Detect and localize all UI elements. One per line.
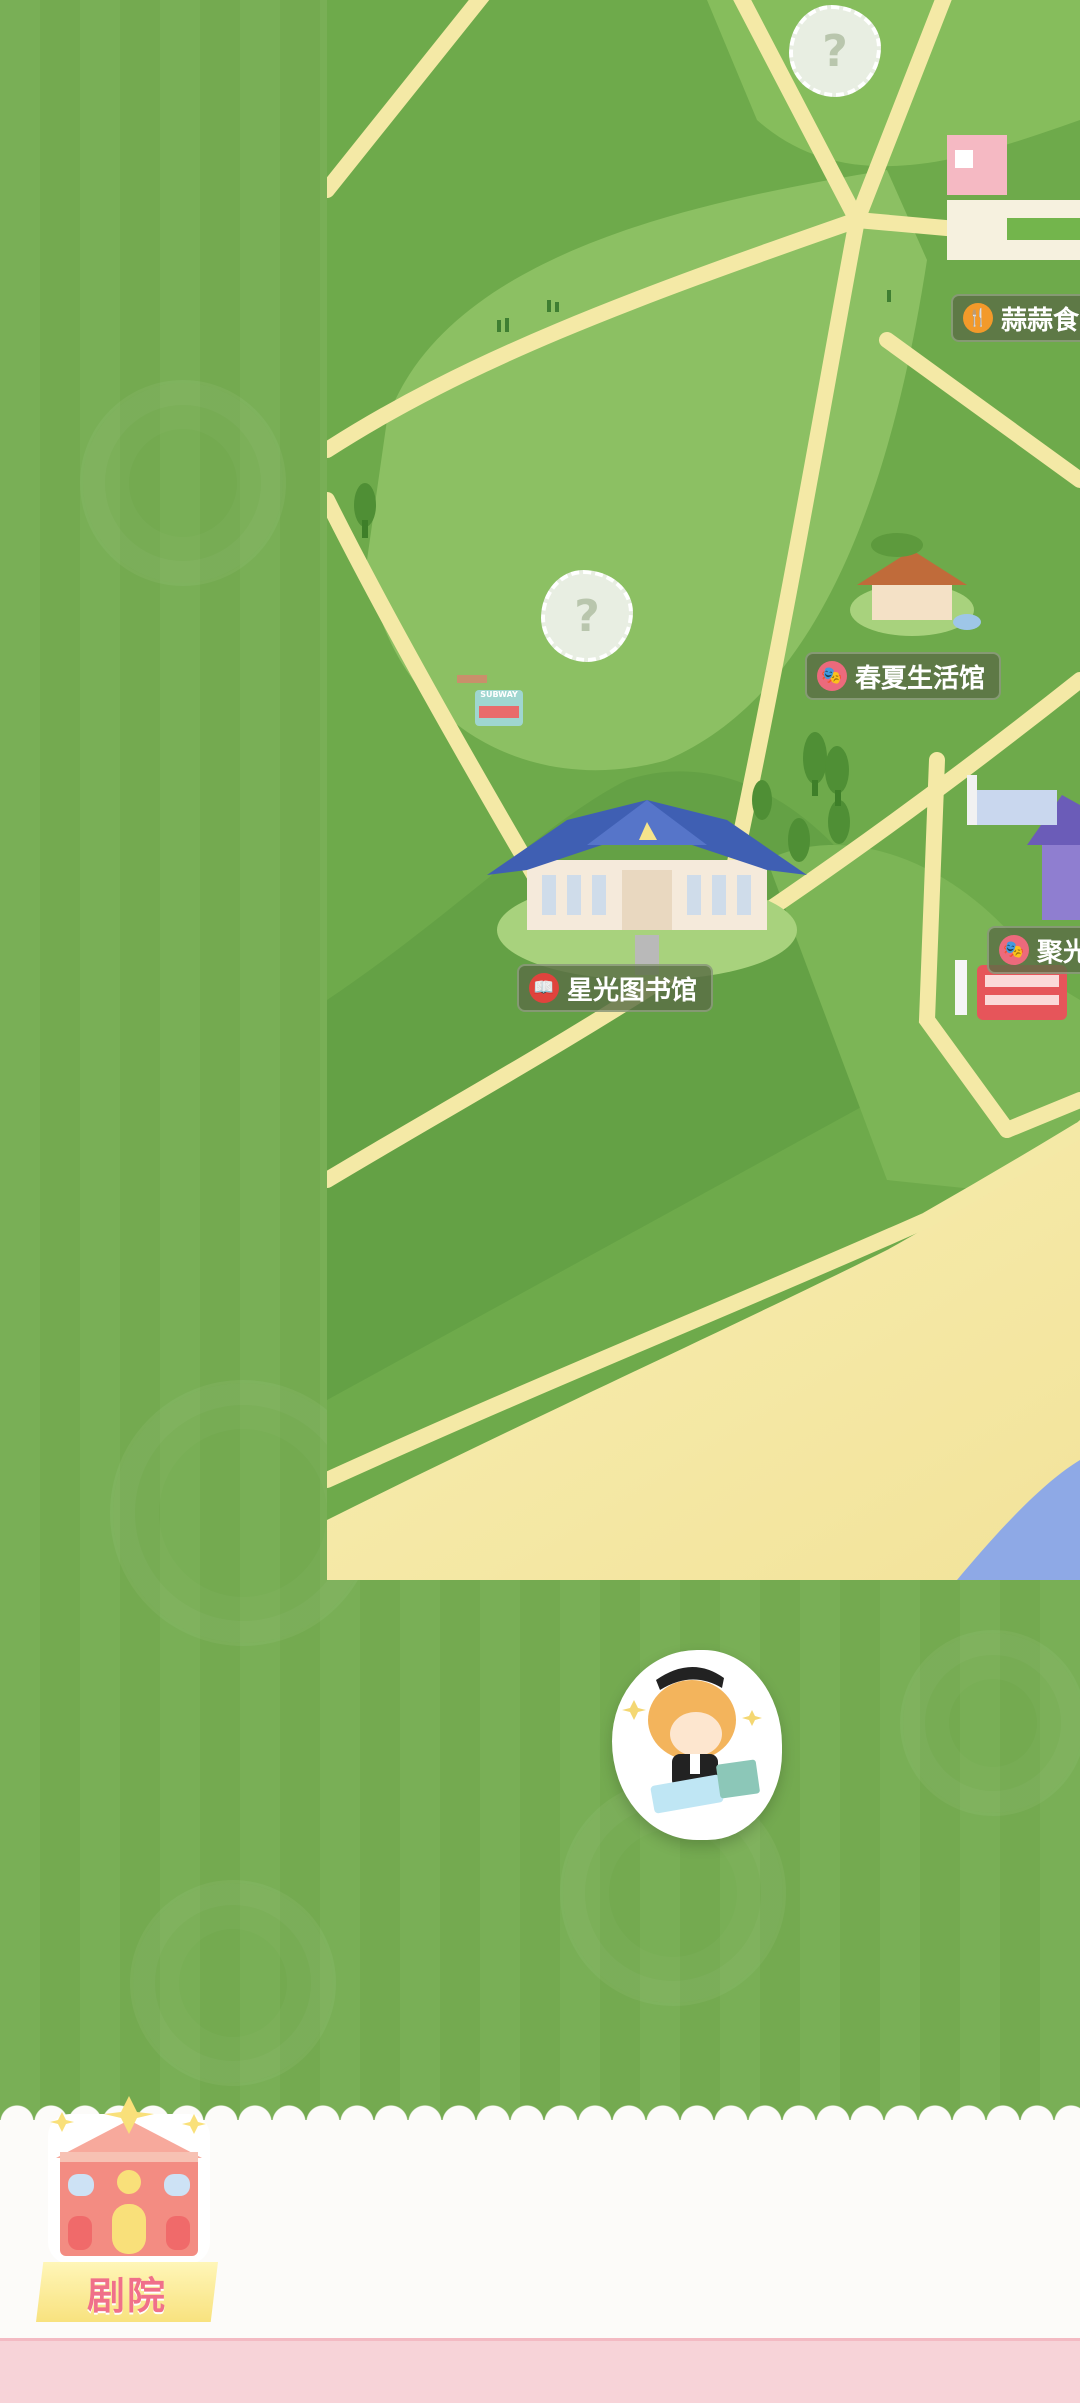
question-mark-icon: ? <box>574 590 600 642</box>
fork-knife-icon: 🍴 <box>963 303 993 333</box>
background-swirl <box>900 1630 1080 1816</box>
theater-label[interactable]: 剧院 <box>36 2262 218 2322</box>
location-name: 蒜蒜食 <box>1001 305 1080 336</box>
bottom-pink-strip <box>0 2338 1080 2403</box>
theater-icon <box>48 2096 210 2264</box>
question-mark-icon: ? <box>822 25 848 77</box>
city-map[interactable]: ? ? SUBWAY 📖 星光图书馆 🎭 春夏生活馆 🎭 聚光 🍴 蒜蒜食 <box>327 0 1080 1580</box>
location-name: 春夏生活馆 <box>855 663 986 694</box>
location-label-library[interactable]: 📖 星光图书馆 <box>517 964 714 1012</box>
map-terrain <box>327 0 1080 1580</box>
player-avatar-art <box>622 1666 762 1814</box>
theater-mask-icon: 🎭 <box>817 661 847 691</box>
background-swirl <box>80 380 286 586</box>
background-swirl <box>130 1880 336 2086</box>
location-label-spotlight[interactable]: 🎭 聚光 <box>987 926 1080 974</box>
location-label-restaurant[interactable]: 🍴 蒜蒜食 <box>951 294 1080 342</box>
location-label-spring-summer[interactable]: 🎭 春夏生活馆 <box>805 652 1002 700</box>
theater-mask-icon: 🎭 <box>999 935 1029 965</box>
location-name: 星光图书馆 <box>567 975 698 1006</box>
bakery-sign: SUBWAY <box>480 690 518 699</box>
book-icon: 📖 <box>529 973 559 1003</box>
location-name: 聚光 <box>1037 937 1080 968</box>
player-avatar[interactable] <box>612 1650 782 1840</box>
